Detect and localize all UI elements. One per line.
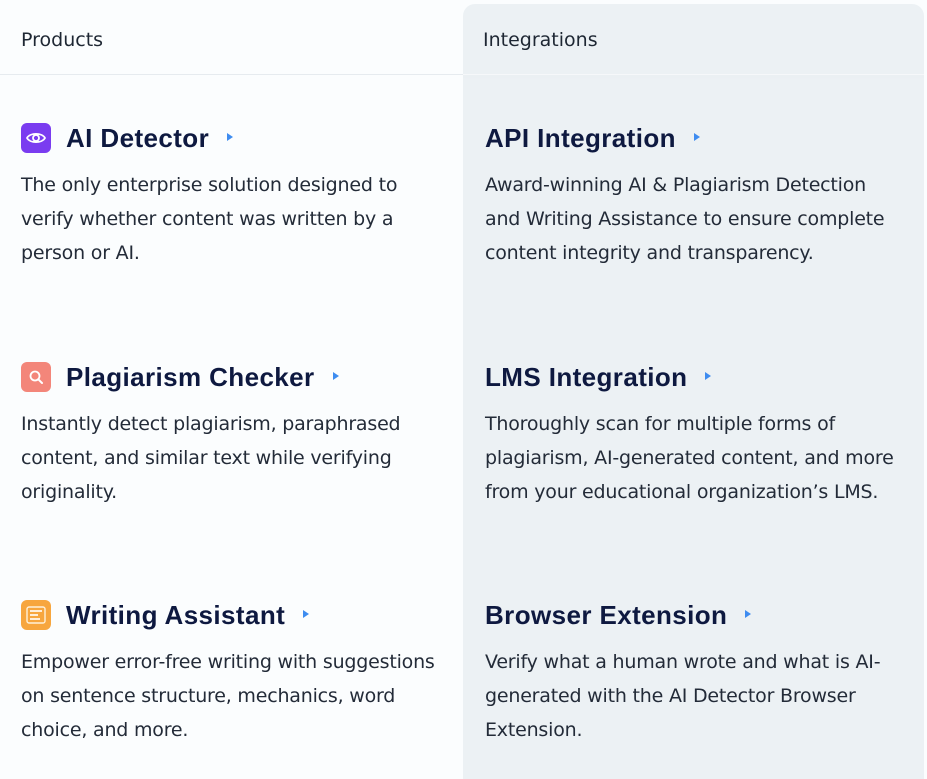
integration-description: Award-winning AI & Plagiarism Detection … bbox=[485, 174, 885, 264]
integration-title-row[interactable]: LMS Integration bbox=[485, 361, 905, 393]
integration-description: Thoroughly scan for multiple forms of pl… bbox=[485, 413, 894, 503]
arrow-right-icon[interactable] bbox=[693, 133, 700, 141]
divider bbox=[463, 74, 924, 75]
integration-title-row[interactable]: Browser Extension bbox=[485, 599, 905, 631]
magnifier-icon bbox=[21, 362, 51, 392]
integrations-column: Integrations API Integration Award-winni… bbox=[463, 4, 924, 779]
integration-api[interactable]: API Integration Award-winning AI & Plagi… bbox=[485, 122, 905, 270]
product-title[interactable]: Writing Assistant bbox=[66, 600, 285, 631]
product-description: Empower error-free writing with suggesti… bbox=[21, 651, 435, 741]
product-ai-detector[interactable]: AI Detector The only enterprise solution… bbox=[21, 122, 441, 270]
product-title[interactable]: AI Detector bbox=[66, 123, 209, 154]
integration-browser-extension[interactable]: Browser Extension Verify what a human wr… bbox=[485, 599, 905, 747]
integration-description: Verify what a human wrote and what is AI… bbox=[485, 651, 881, 741]
tab-integrations[interactable]: Integrations bbox=[483, 4, 924, 78]
product-description: Instantly detect plagiarism, paraphrased… bbox=[21, 413, 401, 503]
divider bbox=[0, 74, 463, 75]
integration-title-row[interactable]: API Integration bbox=[485, 122, 905, 154]
integration-title[interactable]: LMS Integration bbox=[485, 362, 687, 393]
integration-title[interactable]: Browser Extension bbox=[485, 600, 727, 631]
arrow-right-icon[interactable] bbox=[745, 610, 752, 618]
product-title-row[interactable]: Writing Assistant bbox=[21, 599, 441, 631]
tab-products[interactable]: Products bbox=[21, 0, 463, 74]
product-plagiarism-checker[interactable]: Plagiarism Checker Instantly detect plag… bbox=[21, 361, 441, 509]
product-title-row[interactable]: AI Detector bbox=[21, 122, 441, 154]
product-description: The only enterprise solution designed to… bbox=[21, 174, 398, 264]
arrow-right-icon[interactable] bbox=[705, 372, 712, 380]
product-writing-assistant[interactable]: Writing Assistant Empower error-free wri… bbox=[21, 599, 441, 747]
arrow-right-icon[interactable] bbox=[332, 372, 339, 380]
product-title-row[interactable]: Plagiarism Checker bbox=[21, 361, 441, 393]
arrow-right-icon[interactable] bbox=[227, 133, 234, 141]
integration-title[interactable]: API Integration bbox=[485, 123, 676, 154]
products-column: Products AI Detector The only enterprise… bbox=[0, 0, 463, 779]
document-lines-icon bbox=[21, 600, 51, 630]
eye-icon bbox=[21, 123, 51, 153]
product-title[interactable]: Plagiarism Checker bbox=[66, 362, 315, 393]
arrow-right-icon[interactable] bbox=[303, 610, 310, 618]
integration-lms[interactable]: LMS Integration Thoroughly scan for mult… bbox=[485, 361, 905, 509]
